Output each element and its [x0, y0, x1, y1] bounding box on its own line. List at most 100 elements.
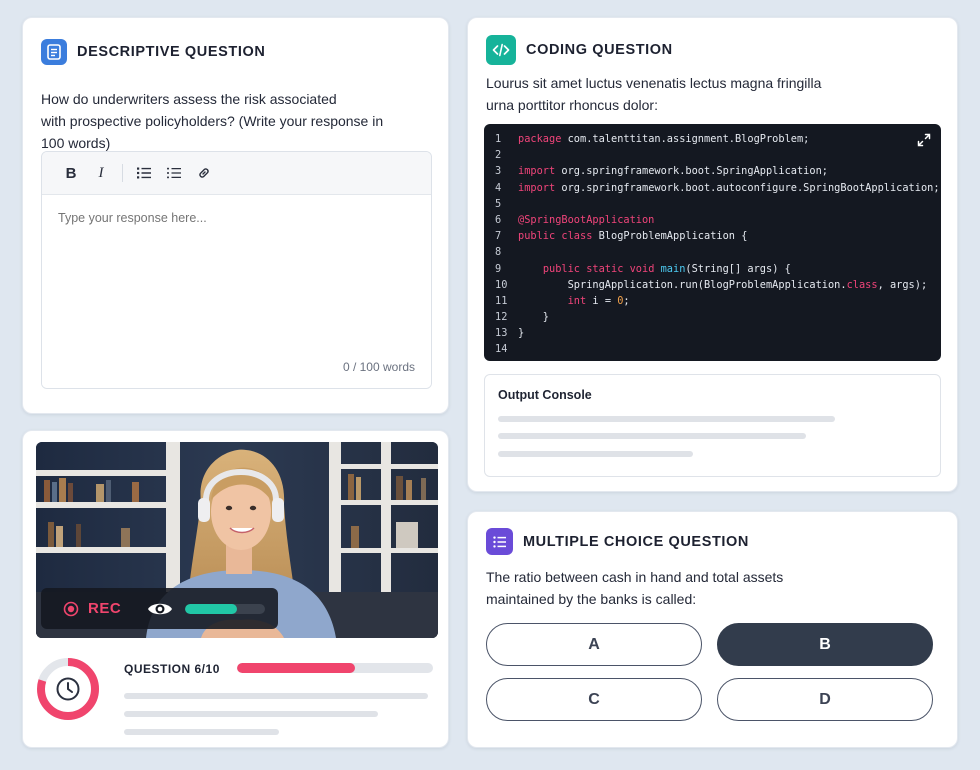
- line-number: 2: [495, 149, 502, 162]
- line-number: 6: [495, 213, 502, 226]
- coding-prompt: Lourus sit amet luctus venenatis lectus …: [486, 72, 846, 116]
- eye-icon: [148, 603, 173, 614]
- code-token: i =: [586, 294, 618, 307]
- prompt-line: maintained by the banks is called:: [486, 591, 697, 607]
- recording-status-bar: REC: [41, 588, 278, 629]
- console-placeholder-line: [498, 416, 835, 422]
- prompt-line: Lourus sit amet luctus venenatis lectus …: [486, 75, 822, 91]
- clock-icon: [56, 677, 80, 701]
- code-line: 3 import org.springframework.boot.SpringA…: [484, 163, 941, 179]
- mcq-header: MULTIPLE CHOICE QUESTION: [486, 528, 749, 555]
- code-token: import: [518, 181, 556, 194]
- code-icon: [486, 35, 516, 65]
- code-token: @SpringBootApplication: [518, 213, 655, 226]
- toolbar-divider: [122, 164, 123, 182]
- code-line: 8: [484, 244, 941, 260]
- prompt-line: How do underwriters assess the risk asso…: [41, 91, 337, 107]
- bold-button[interactable]: B: [56, 158, 86, 188]
- code-token: org.springframework.boot.autoconfigure.S…: [555, 181, 940, 194]
- word-count: 0 / 100 words: [342, 360, 415, 374]
- prompt-line: urna porttitor rhoncus dolor:: [486, 97, 658, 113]
- bulleted-list-icon: [137, 167, 151, 179]
- document-icon: [41, 39, 67, 65]
- option-c-button[interactable]: C: [486, 678, 702, 721]
- code-line: 5: [484, 196, 941, 212]
- option-b-button[interactable]: B: [717, 623, 933, 666]
- option-a-button[interactable]: A: [486, 623, 702, 666]
- code-token: (String[] args) {: [685, 262, 791, 275]
- line-number: 8: [495, 246, 502, 259]
- mcq-prompt: The ratio between cash in hand and total…: [486, 566, 846, 610]
- code-line: 1 package com.talenttitan.assignment.Blog…: [484, 131, 941, 147]
- line-number: 1: [495, 133, 502, 145]
- line-number: 14: [495, 343, 508, 356]
- expand-icon[interactable]: [917, 133, 931, 147]
- line-number: 10: [495, 278, 508, 291]
- rec-label: REC: [88, 600, 122, 617]
- code-token: SpringApplication.run(BlogProblemApplica…: [518, 278, 847, 291]
- prompt-line: with prospective policyholders? (Write y…: [41, 113, 384, 129]
- placeholder-line: [124, 693, 428, 699]
- descriptive-title: DESCRIPTIVE QUESTION: [77, 44, 266, 60]
- list-checks-icon: [486, 528, 513, 555]
- list-button[interactable]: [159, 158, 189, 188]
- code-line: 9 public static void main(String[] args)…: [484, 261, 941, 277]
- line-number: 12: [495, 311, 508, 324]
- webcam-video: REC: [36, 442, 438, 638]
- code-token: }: [518, 327, 525, 340]
- coding-question-card: CODING QUESTION Lourus sit amet luctus v…: [467, 17, 958, 492]
- output-console: Output Console: [484, 374, 941, 477]
- code-token: }: [518, 311, 549, 324]
- italic-button[interactable]: I: [86, 158, 116, 188]
- link-button[interactable]: [189, 158, 219, 188]
- link-icon: [199, 168, 209, 178]
- placeholder-line: [124, 711, 378, 717]
- line-number: 3: [495, 165, 502, 178]
- code-token: com.talenttitan.assignment.BlogProblem;: [561, 133, 810, 145]
- option-d-button[interactable]: D: [717, 678, 933, 721]
- coding-header: CODING QUESTION: [486, 35, 673, 65]
- code-token: package: [518, 133, 562, 145]
- code-token: public static void: [542, 262, 655, 275]
- rich-text-editor: B I 0 / 100 words: [41, 151, 432, 389]
- code-line: 11 int i = 0;: [484, 293, 941, 309]
- multiple-choice-question-card: MULTIPLE CHOICE QUESTION The ratio betwe…: [467, 511, 958, 748]
- code-token: BlogProblemApplication {: [592, 230, 748, 243]
- code-editor[interactable]: 1 package com.talenttitan.assignment.Blog…: [484, 124, 941, 361]
- code-token: class: [846, 278, 878, 291]
- line-number: 13: [495, 327, 508, 340]
- console-title: Output Console: [498, 388, 592, 402]
- attention-level-fill: [185, 603, 238, 614]
- line-number: 5: [495, 197, 502, 210]
- record-icon: [63, 601, 79, 616]
- code-line: 2: [484, 147, 941, 163]
- code-token: ;: [623, 294, 630, 307]
- code-line: 12 }: [484, 309, 941, 325]
- console-placeholder-line: [498, 451, 693, 457]
- placeholder-line: [124, 729, 279, 735]
- line-number: 9: [495, 262, 502, 275]
- code-token: int: [567, 294, 587, 307]
- code-line: 14: [484, 341, 941, 357]
- descriptive-header: DESCRIPTIVE QUESTION: [41, 39, 265, 65]
- code-token: public class: [518, 230, 593, 243]
- attention-level-track: [185, 603, 266, 614]
- code-token: , args);: [877, 278, 928, 291]
- code-line: 4 import org.springframework.boot.autocon…: [484, 180, 941, 196]
- prompt-line: The ratio between cash in hand and total…: [486, 569, 784, 585]
- code-token: org.springframework.boot.SpringApplicati…: [555, 165, 828, 178]
- bulleted-list-button[interactable]: [129, 158, 159, 188]
- descriptive-question-card: DESCRIPTIVE QUESTION How do underwriters…: [22, 17, 449, 414]
- list-icon: [167, 167, 181, 179]
- code-line: 6 @SpringBootApplication: [484, 212, 941, 228]
- question-counter: QUESTION 6/10: [124, 662, 220, 676]
- line-number: 11: [495, 294, 508, 307]
- code-token: import: [518, 165, 556, 178]
- code-line: 13}: [484, 325, 941, 341]
- code-line: 10 SpringApplication.run(BlogProblemAppl…: [484, 277, 941, 293]
- code-line: 7 public class BlogProblemApplication {: [484, 228, 941, 244]
- editor-toolbar: B I: [42, 152, 431, 195]
- code-token: main: [654, 262, 686, 275]
